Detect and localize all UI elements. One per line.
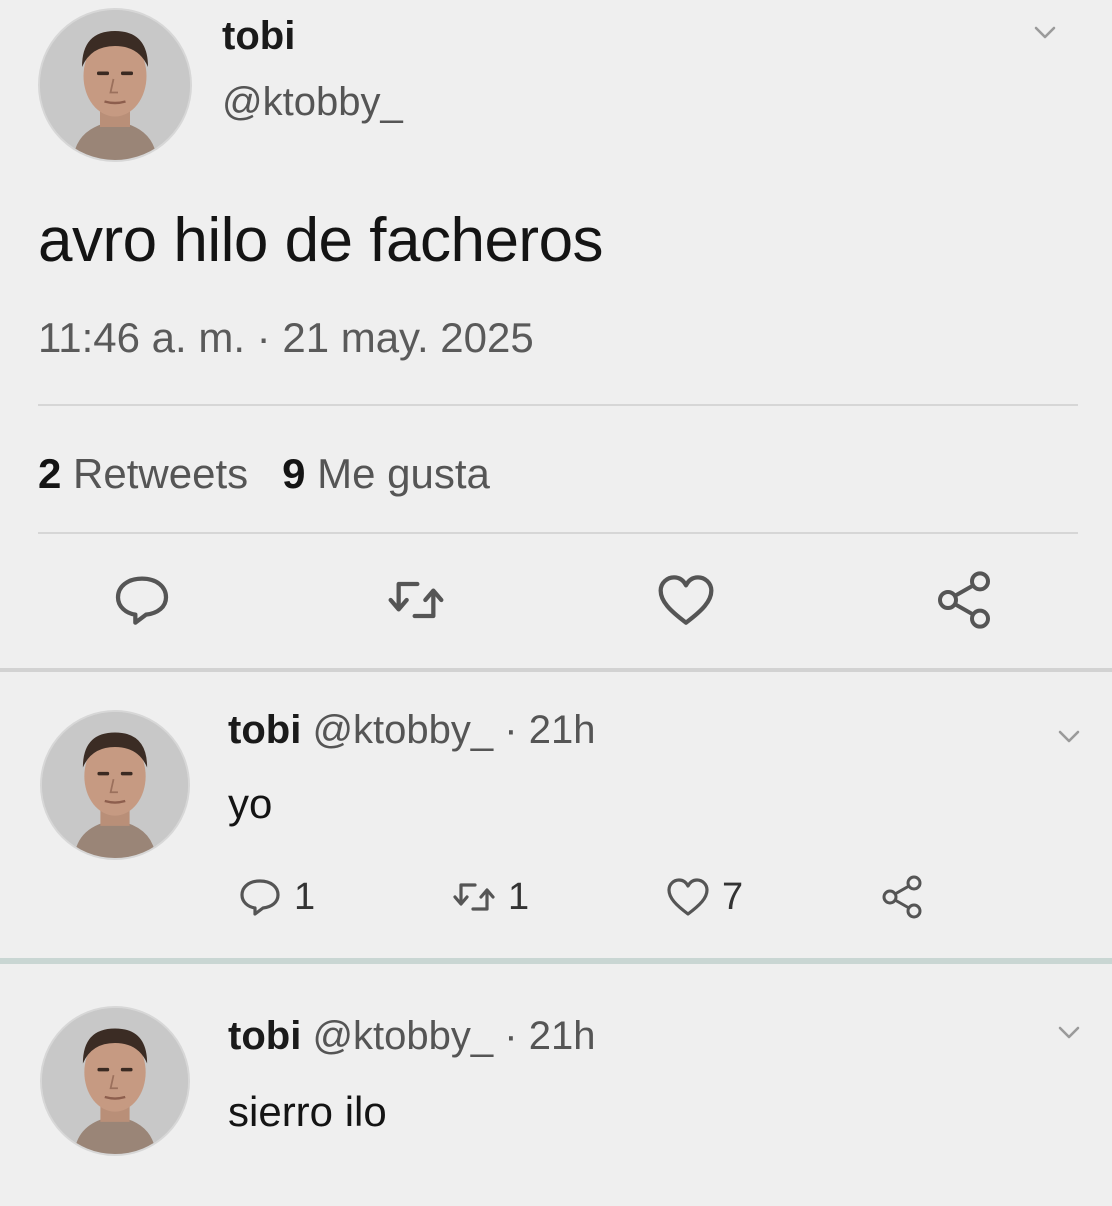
share-icon [882,875,922,919]
divider [38,404,1078,406]
reply-button[interactable]: 1 [236,870,315,924]
avatar-photo [42,712,188,858]
share-icon [938,571,990,629]
reply-text: sierro ilo [228,1088,387,1135]
avatar-photo [40,10,190,160]
author-name[interactable]: tobi [228,1014,301,1058]
author-name[interactable]: tobi [228,708,301,752]
likes-count: 9 [282,450,306,497]
likes-label: Me gusta [317,450,490,497]
reply-time: · 21h [504,1014,596,1058]
reply-icon [240,879,280,916]
author-handle[interactable]: @ktobby_ [312,1014,493,1058]
retweet-button[interactable] [384,568,448,632]
reply-header: tobi @ktobby_ · 21h [228,708,595,753]
main-tweet: tobi @ktobby_ avro hilo de facheros 11:4… [0,0,1112,672]
retweet-icon [388,581,444,619]
tweet-actions [0,568,1112,644]
chevron-down-icon[interactable] [1058,1026,1080,1040]
reply-text: yo [228,780,273,827]
author-handle[interactable]: @ktobby_ [222,80,403,125]
avatar-photo [42,1008,188,1154]
retweets-count: 2 [38,450,62,497]
avatar[interactable] [38,8,192,162]
tweet-thread: tobi @ktobby_ avro hilo de facheros 11:4… [0,0,1112,1206]
like-button[interactable] [654,568,718,632]
tweet-timestamp[interactable]: 11:46 a. m. · 21 may. 2025 [38,314,534,362]
reply-tweet[interactable]: tobi @ktobby_ · 21h yo 1 1 7 [0,668,1112,962]
like-count: 7 [722,875,744,918]
likes-stat[interactable]: 9 Me gusta [282,450,490,497]
author-name[interactable]: tobi [222,14,295,59]
retweet-button[interactable]: 1 [450,870,529,924]
chevron-down-icon[interactable] [1034,26,1056,40]
reply-button[interactable] [110,568,174,632]
reply-icon [115,576,169,625]
retweets-stat[interactable]: 2 Retweets [38,450,248,497]
reply-tweet[interactable]: tobi @ktobby_ · 21h sierro ilo [0,958,1112,1206]
like-button[interactable]: 7 [664,870,743,924]
like-icon [658,575,714,625]
retweets-label: Retweets [73,450,249,497]
tweet-stats: 2 Retweets 9 Me gusta [38,450,490,498]
tweet-text: avro hilo de facheros [38,206,604,275]
author-handle[interactable]: @ktobby_ [312,708,493,752]
reply-header: tobi @ktobby_ · 21h [228,1014,595,1059]
reply-actions: 1 1 7 [0,870,1112,926]
avatar[interactable] [40,710,190,860]
avatar[interactable] [40,1006,190,1156]
retweet-icon [453,883,495,911]
divider [38,532,1078,534]
chevron-down-icon[interactable] [1058,730,1080,744]
share-button[interactable] [932,568,996,632]
reply-count: 1 [294,875,316,918]
reply-time: · 21h [504,708,596,752]
share-button[interactable] [878,870,926,924]
like-icon [667,878,709,916]
retweet-count: 1 [508,875,530,918]
